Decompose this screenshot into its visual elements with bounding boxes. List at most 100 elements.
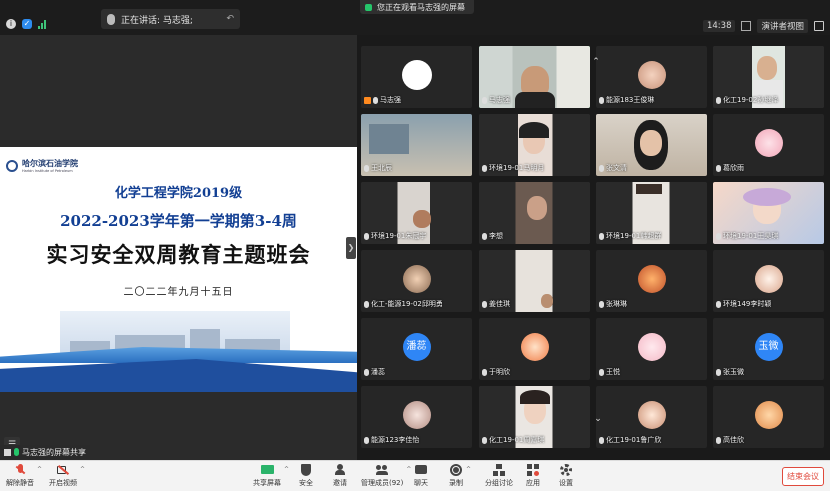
viewing-banner[interactable]: 您正在观看马志强的屏幕 — [360, 0, 474, 14]
fullscreen-icon[interactable] — [814, 21, 824, 31]
participant-tile[interactable]: 能源123李佳怡 — [361, 386, 472, 448]
participant-tile[interactable]: 能源183王俊琳 — [596, 46, 707, 108]
participant-tile[interactable]: 姜佳琪 — [479, 250, 590, 312]
invite-button[interactable]: 邀请 — [333, 464, 347, 488]
end-meeting-button[interactable]: 结束会议 — [782, 467, 824, 486]
breakout-rooms-button[interactable]: 分组讨论 — [485, 464, 513, 488]
screen-icon — [4, 448, 11, 456]
caret-up-icon[interactable]: ^ — [80, 466, 85, 473]
status-icons: i ✓ — [6, 19, 48, 29]
participant-avatar — [637, 264, 666, 293]
video-gallery: 马志强 马志强 能源183王俊琳 化工19-02孙继泽 王北辰 环境19-01马明月 张文清… — [358, 44, 830, 460]
participant-tile[interactable]: 马志强 — [479, 46, 590, 108]
unmute-label: 解除静音 — [6, 479, 34, 487]
participant-name: 高佳欣 — [723, 436, 744, 444]
participant-tile[interactable]: 王悦 — [596, 318, 707, 380]
participant-tile[interactable]: 李想 — [479, 182, 590, 244]
participant-tile[interactable]: 化工19-01鲁广欣 — [596, 386, 707, 448]
participant-name-tag: 化工-能源19-02邱明勇 — [364, 299, 443, 309]
participant-avatar — [637, 332, 666, 361]
microphone-muted-icon — [482, 368, 487, 376]
microphone-muted-icon — [716, 436, 721, 444]
participant-name-tag: 张玉微 — [716, 367, 744, 377]
participant-tile[interactable]: 化工19-02孙继泽 — [713, 46, 824, 108]
caret-up-icon[interactable]: ^ — [406, 466, 411, 473]
participant-name: 能源183王俊琳 — [606, 96, 655, 104]
signal-icon[interactable] — [38, 19, 48, 29]
participant-name-tag: 环境19-01朱冠宇 — [364, 231, 426, 241]
participant-avatar: 玉微 — [754, 332, 783, 361]
participant-tile[interactable]: 张文清 — [596, 114, 707, 176]
participant-tile[interactable]: 王北辰 — [361, 114, 472, 176]
participant-tile[interactable]: 玉微 张玉微 — [713, 318, 824, 380]
participant-name-tag: 化工19-01周嘉琪 — [482, 435, 544, 445]
microphone-icon — [14, 448, 19, 456]
participant-tile[interactable]: 潘蕊 潘蕊 — [361, 318, 472, 380]
participant-tile[interactable]: 化工-能源19-02邱明勇 — [361, 250, 472, 312]
breakout-icon — [493, 464, 505, 476]
participant-tile[interactable]: 张琳琳 — [596, 250, 707, 312]
participant-tile[interactable]: 于明欣 — [479, 318, 590, 380]
participant-tile[interactable]: 环境19-01朱冠宇 — [361, 182, 472, 244]
participant-tile[interactable]: 环境19-01马明月 — [479, 114, 590, 176]
microphone-muted-icon — [364, 164, 369, 172]
microphone-muted-icon — [482, 436, 487, 444]
screen-share-label: 马志强的屏幕共享 — [0, 445, 90, 459]
unmute-button[interactable]: 解除静音 ^ — [6, 464, 42, 488]
participant-tile[interactable]: 环境19-01王昊琪 — [713, 182, 824, 244]
participant-tile[interactable]: 环境149李时颖 — [713, 250, 824, 312]
panel-collapse-handle[interactable]: ❯ — [346, 237, 356, 259]
participant-tile[interactable]: 马志强 — [361, 46, 472, 108]
gear-icon — [560, 464, 572, 476]
security-button[interactable]: 安全 — [299, 464, 313, 488]
record-label: 录制 — [449, 479, 463, 487]
meeting-clock: 14:38 — [702, 20, 736, 32]
participant-name-tag: 马志强 — [482, 95, 510, 105]
microphone-muted-icon — [599, 164, 604, 172]
undo-icon[interactable]: ↶ — [226, 14, 234, 24]
microphone-muted-icon — [716, 368, 721, 376]
presentation-slide: 哈尔滨石油学院 Harbin Institute of Petroleum 化学… — [0, 147, 357, 392]
people-icon — [376, 464, 389, 476]
invite-label: 邀请 — [333, 479, 347, 487]
apps-button[interactable]: 应用 — [526, 464, 540, 488]
meeting-toolbar: 解除静音 ^ 开启视频 ^ 共享屏幕 ^ 安全 邀请 管理成员(92) ^ 聊天… — [0, 460, 830, 491]
participant-avatar — [754, 128, 783, 157]
participant-tile[interactable]: 葛欣雨 — [713, 114, 824, 176]
view-controls: 14:38 演讲者视图 — [702, 19, 824, 33]
microphone-muted-icon — [716, 96, 721, 104]
caret-up-icon[interactable]: ^ — [37, 466, 42, 473]
participant-name: 王悦 — [606, 368, 620, 376]
grid-icon[interactable] — [741, 21, 752, 31]
participant-name-tag: 环境19-01王昊琪 — [716, 231, 778, 241]
microphone-muted-icon — [482, 96, 487, 104]
settings-button[interactable]: 设置 — [559, 464, 573, 488]
chevron-down-icon[interactable]: ⌄ — [591, 414, 605, 424]
participant-tile[interactable]: 高佳欣 — [713, 386, 824, 448]
view-mode-button[interactable]: 演讲者视图 — [757, 19, 808, 33]
participant-name-tag: 潘蕊 — [364, 367, 385, 377]
shield-icon[interactable]: ✓ — [22, 19, 32, 29]
share-screen-button[interactable]: 共享屏幕 ^ — [253, 464, 289, 488]
shield-icon — [300, 464, 312, 476]
microphone-muted-icon — [364, 436, 369, 444]
chevron-up-icon[interactable]: ⌃ — [589, 57, 603, 67]
start-video-button[interactable]: 开启视频 ^ — [49, 464, 85, 488]
participants-button[interactable]: 管理成员(92) ^ — [361, 464, 411, 488]
viewing-label: 您正在观看马志强的屏幕 — [377, 2, 465, 12]
info-icon[interactable]: i — [6, 19, 16, 29]
chat-button[interactable]: 聊天 — [414, 464, 428, 488]
breakout-label: 分组讨论 — [485, 479, 513, 487]
settings-label: 设置 — [559, 479, 573, 487]
caret-up-icon[interactable]: ^ — [284, 466, 289, 473]
participant-name: 环境19-01韩超群 — [606, 232, 662, 240]
participant-name: 化工19-01鲁广欣 — [606, 436, 662, 444]
participant-tile[interactable]: 环境19-01韩超群 — [596, 182, 707, 244]
record-button[interactable]: 录制 ^ — [449, 464, 471, 488]
participant-name-tag: 于明欣 — [482, 367, 510, 377]
participant-name: 环境19-01马明月 — [489, 164, 545, 172]
slide-line-1: 化学工程学院2019级 — [114, 186, 243, 201]
apps-label: 应用 — [526, 479, 540, 487]
participant-tile[interactable]: 化工19-01周嘉琪 — [479, 386, 590, 448]
caret-up-icon[interactable]: ^ — [466, 466, 471, 473]
